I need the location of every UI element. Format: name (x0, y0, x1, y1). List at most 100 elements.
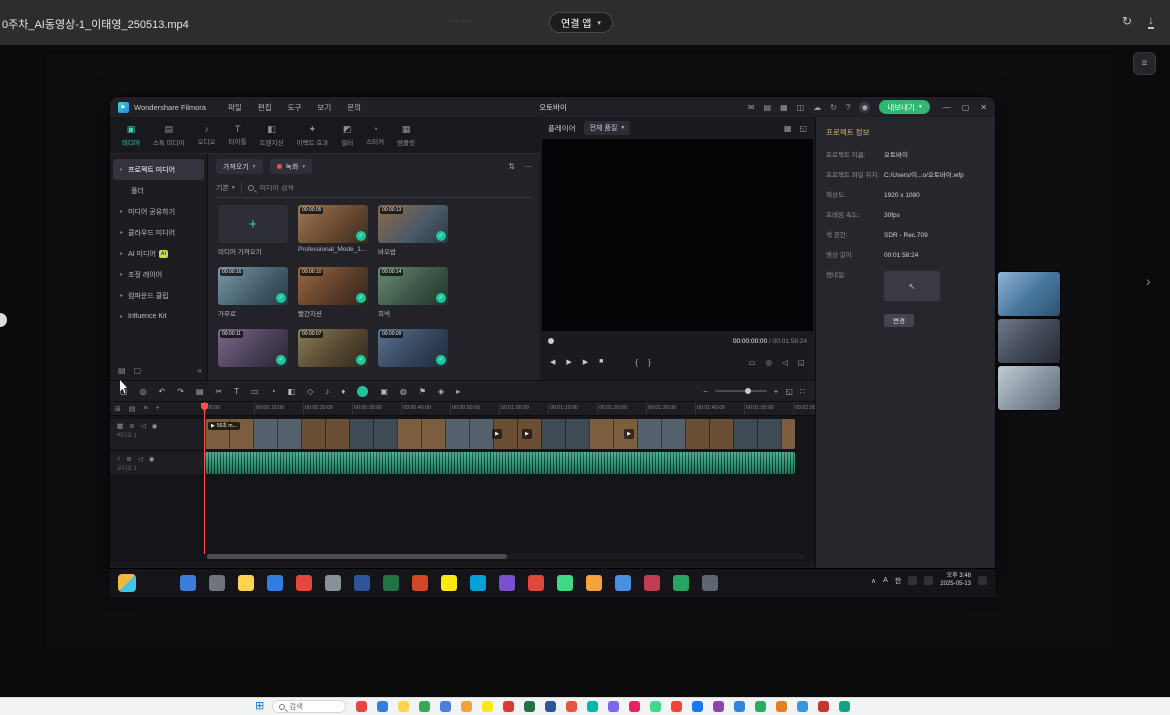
change-thumbnail-button[interactable]: 변경 (884, 314, 914, 327)
participant-video-tile[interactable] (998, 272, 1060, 316)
media-item[interactable]: 00:00:13✓바오밥 (378, 205, 458, 267)
asset-tab[interactable]: ♪ 오디오 (192, 119, 222, 151)
zoom-out-button[interactable]: − (703, 387, 708, 396)
chrome-icon[interactable] (356, 701, 367, 712)
media-item[interactable]: 00:00:07✓ (298, 329, 378, 380)
mute-icon[interactable]: ◁ (141, 422, 146, 430)
folder-icon[interactable]: ▤ (118, 366, 126, 375)
start-button[interactable]: ⊞ (255, 700, 264, 713)
widgets-icon[interactable] (118, 574, 136, 592)
input-language-korean[interactable]: 한 (895, 576, 901, 586)
close-button[interactable]: ✕ (980, 103, 987, 112)
asset-tab[interactable]: ✦ 이펙트 효과 (291, 119, 335, 151)
media-thumbnail[interactable]: 00:00:07✓ (298, 329, 368, 367)
menu-item[interactable]: 문의 (347, 102, 361, 113)
app-icon[interactable] (419, 701, 430, 712)
media-item[interactable]: 00:00:11✓ (218, 329, 298, 380)
app-icon[interactable] (776, 701, 787, 712)
menu-item[interactable]: 도구 (288, 102, 302, 113)
media-search-input[interactable] (260, 185, 390, 192)
participant-video-tile[interactable] (998, 366, 1060, 410)
playhead[interactable] (204, 402, 205, 554)
color-tool[interactable]: ◧ (288, 387, 296, 396)
app-icon[interactable] (557, 575, 573, 591)
asset-tab[interactable]: ▣ 미디어 (116, 119, 146, 151)
kakaotalk-icon[interactable] (482, 701, 493, 712)
sidebar-item[interactable]: ▸ 프로젝트 미디어 (113, 159, 204, 180)
asset-tab[interactable]: ◩ 필터 (335, 119, 359, 151)
powerpoint-icon[interactable] (412, 575, 428, 591)
share-icon[interactable]: ↻ (1122, 13, 1132, 29)
speed-tool[interactable]: ◔ (271, 387, 276, 396)
audio-clip[interactable] (205, 452, 795, 474)
fullscreen-icon[interactable]: ◱ (798, 358, 805, 367)
excel-icon[interactable] (383, 575, 399, 591)
media-thumbnail[interactable]: 00:00:16✓ (218, 267, 288, 305)
app-icon[interactable] (713, 701, 724, 712)
prev-frame-button[interactable]: ◀ (550, 358, 555, 366)
sidebar-item[interactable]: ▸ Influence Kit (113, 306, 204, 327)
maximize-button[interactable]: ▢ (962, 103, 970, 112)
folder-add-icon[interactable]: ▢ (134, 366, 142, 375)
media-thumbnail[interactable]: 00:00:09✓ (378, 329, 448, 367)
dual-monitor-icon[interactable]: ◫ (797, 103, 805, 112)
notification-icon[interactable] (978, 576, 987, 585)
app-icon[interactable] (587, 701, 598, 712)
app-icon[interactable] (499, 575, 515, 591)
panel-toggle[interactable] (0, 313, 7, 327)
export-button[interactable]: 내보내기 ▾ (879, 100, 929, 114)
sidebar-item[interactable]: 폴더 (113, 180, 204, 201)
volume-icon[interactable] (924, 576, 933, 585)
voice-record-button[interactable] (357, 386, 368, 397)
cloud-icon[interactable]: ☁ (813, 103, 821, 112)
audio-track-header[interactable]: ♪⊘◁◉ 오디오 1 (110, 452, 204, 474)
word-icon[interactable] (354, 575, 370, 591)
track-type-icon[interactable]: ♪ (117, 455, 120, 463)
sidebar-item[interactable]: ▸ 조정 레이어 (113, 264, 204, 285)
menu-item[interactable]: 보기 (317, 102, 331, 113)
mixer-tool[interactable]: ◈ (438, 387, 444, 396)
asset-tab[interactable]: ▦ 템플릿 (391, 119, 421, 151)
asset-tab[interactable]: T 타이틀 (223, 119, 253, 151)
edge-icon[interactable] (267, 575, 283, 591)
app-icon[interactable] (673, 575, 689, 591)
stop-button[interactable]: ■ (599, 358, 603, 366)
download-icon[interactable]: ↓ (1148, 14, 1154, 29)
explorer-icon[interactable] (238, 575, 254, 591)
app-icon[interactable] (755, 701, 766, 712)
seek-knob[interactable] (548, 338, 554, 344)
account-avatar[interactable]: ☻ (859, 102, 870, 113)
explorer-icon[interactable] (398, 701, 409, 712)
trash-button[interactable]: ▤ (196, 387, 204, 396)
app-icon[interactable] (650, 701, 661, 712)
word-icon[interactable] (545, 701, 556, 712)
render-tool[interactable]: ▸ (456, 387, 460, 396)
app-icon[interactable] (671, 701, 682, 712)
app-icon[interactable] (839, 701, 850, 712)
crop-tool[interactable]: ▭ (251, 387, 259, 396)
snapshot-camera-icon[interactable]: ◎ (766, 358, 773, 367)
text-tool[interactable]: T (234, 387, 239, 396)
app-icon[interactable] (629, 701, 640, 712)
filter-icon[interactable]: ⇅ (508, 162, 515, 171)
media-thumbnail[interactable]: 00:00:10✓ (298, 267, 368, 305)
app-icon[interactable] (528, 575, 544, 591)
tray-expand-icon[interactable]: ∧ (871, 577, 876, 585)
settings-icon[interactable] (325, 575, 341, 591)
media-manager-icon[interactable]: ▤ (764, 103, 772, 112)
mark-out-button[interactable]: } (648, 358, 651, 367)
next-frame-button[interactable]: ▶ (583, 358, 588, 366)
start-icon[interactable] (180, 575, 196, 591)
app-icon[interactable] (615, 575, 631, 591)
audio-tool[interactable]: ♪ (325, 387, 329, 396)
expand-icon[interactable]: ◱ (799, 124, 807, 133)
layout-icon[interactable]: ▦ (780, 103, 788, 112)
snapshot-grid-icon[interactable]: ▦ (784, 124, 792, 133)
marker-tool[interactable]: ⚑ (419, 387, 426, 396)
app-icon[interactable] (586, 575, 602, 591)
powerpoint-icon[interactable] (566, 701, 577, 712)
asset-tab[interactable]: ▤ 스톡 미디어 (147, 119, 191, 151)
app-icon[interactable] (818, 701, 829, 712)
undo-button[interactable]: ↶ (159, 387, 166, 396)
app-icon[interactable] (644, 575, 660, 591)
